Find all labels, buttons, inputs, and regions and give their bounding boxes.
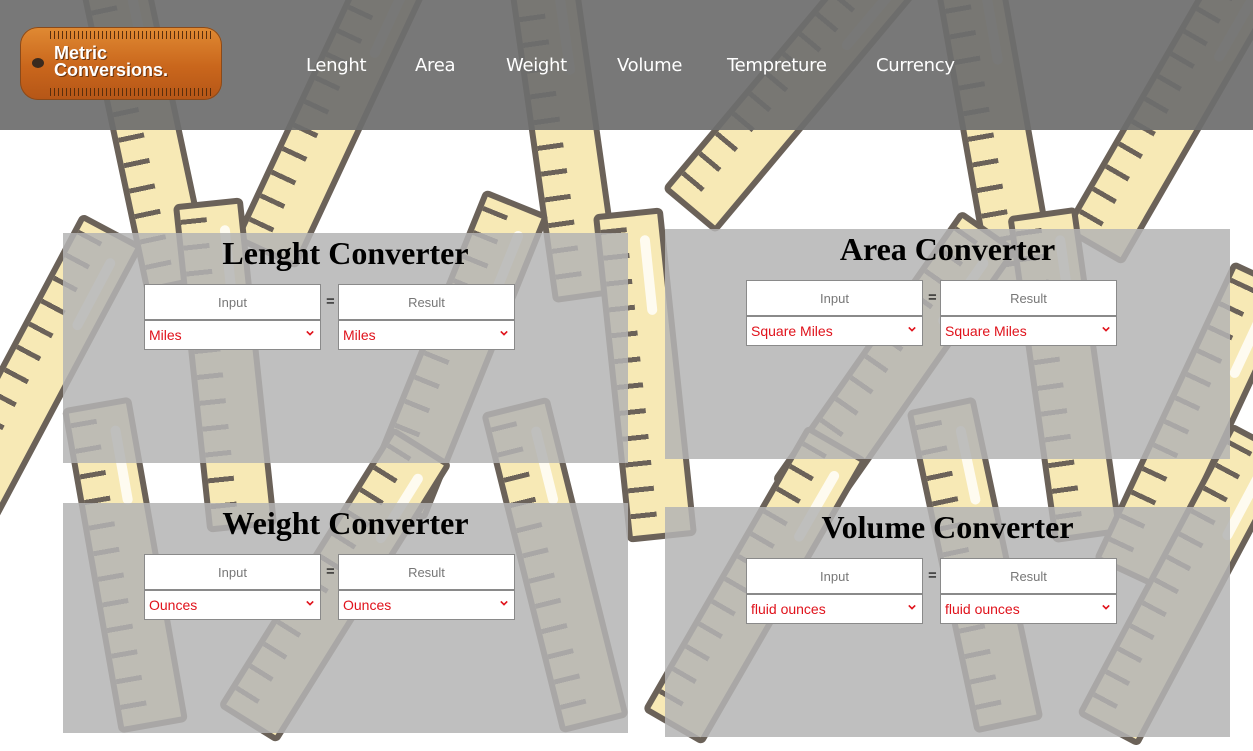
area-converter-title: Area Converter [839, 231, 1056, 267]
area-from-unit-value: Square Miles [751, 323, 833, 339]
weight-to-unit-value: Ounces [343, 597, 392, 613]
volume-from-unit-select[interactable]: fluid ounces [746, 594, 923, 624]
area-to-unit-value: Square Miles [945, 323, 1027, 339]
site-logo[interactable]: Metric Conversions. [20, 27, 222, 100]
weight-converter-panel: Weight Converter = Ounces Ounces [63, 503, 628, 733]
nav-link-length[interactable]: Lenght [306, 55, 367, 76]
volume-to-unit-select[interactable]: fluid ounces [940, 594, 1117, 624]
area-result-field[interactable] [940, 280, 1117, 316]
top-navbar: Metric Conversions. Lenght Area Weight V… [0, 0, 1253, 130]
area-from-unit-select[interactable]: Square Miles [746, 316, 923, 346]
weight-equals-sign: = [326, 563, 335, 580]
area-input-field[interactable] [746, 280, 923, 316]
area-converter-panel: Area Converter = Square Miles Square Mil… [665, 229, 1230, 459]
volume-to-unit-value: fluid ounces [945, 601, 1020, 617]
area-to-unit-select[interactable]: Square Miles [940, 316, 1117, 346]
weight-from-unit-value: Ounces [149, 597, 198, 613]
weight-from-unit-select[interactable]: Ounces [144, 590, 321, 620]
length-from-unit-select[interactable]: Miles [144, 320, 321, 350]
chevron-down-icon [500, 600, 508, 606]
nav-link-volume[interactable]: Volume [617, 55, 682, 76]
volume-converter-panel: Volume Converter = fluid ounces fluid ou… [665, 507, 1230, 737]
logo-text: Metric Conversions. [54, 43, 169, 80]
weight-converter-title: Weight Converter [222, 505, 469, 541]
length-to-unit-select[interactable]: Miles [338, 320, 515, 350]
length-converter-panel: Lenght Converter = Miles Miles [63, 233, 628, 463]
length-equals-sign: = [326, 293, 335, 310]
volume-equals-sign: = [928, 567, 937, 584]
chevron-down-icon [1102, 326, 1110, 332]
length-result-field[interactable] [338, 284, 515, 320]
nav-link-weight[interactable]: Weight [506, 55, 567, 76]
volume-converter-title: Volume Converter [821, 509, 1074, 545]
chevron-down-icon [1102, 604, 1110, 610]
area-equals-sign: = [928, 289, 937, 306]
length-from-unit-value: Miles [149, 327, 182, 343]
volume-input-field[interactable] [746, 558, 923, 594]
weight-to-unit-select[interactable]: Ounces [338, 590, 515, 620]
chevron-down-icon [908, 604, 916, 610]
chevron-down-icon [306, 330, 314, 336]
length-to-unit-value: Miles [343, 327, 376, 343]
chevron-down-icon [500, 330, 508, 336]
nav-link-currency[interactable]: Currency [876, 55, 955, 76]
weight-input-field[interactable] [144, 554, 321, 590]
logo-hole-icon [32, 58, 44, 68]
weight-result-field[interactable] [338, 554, 515, 590]
volume-result-field[interactable] [940, 558, 1117, 594]
length-input-field[interactable] [144, 284, 321, 320]
chevron-down-icon [908, 326, 916, 332]
length-converter-title: Lenght Converter [222, 235, 469, 271]
volume-from-unit-value: fluid ounces [751, 601, 826, 617]
chevron-down-icon [306, 600, 314, 606]
nav-link-temperature[interactable]: Tempreture [727, 55, 827, 76]
nav-link-area[interactable]: Area [415, 55, 456, 76]
